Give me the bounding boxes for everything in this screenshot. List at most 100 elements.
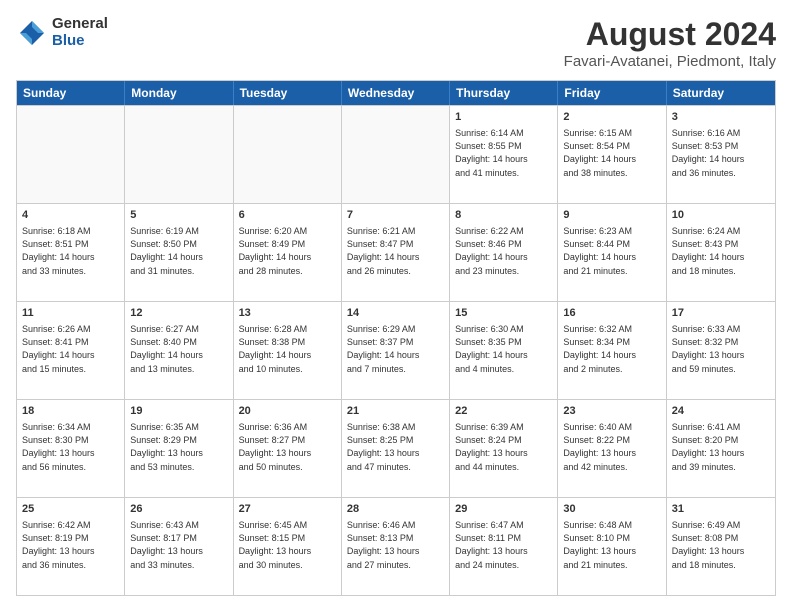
day-number-8: 8: [455, 208, 552, 223]
week-row-1: 1 Sunrise: 6:14 AM Sunset: 8:55 PM Daylig…: [17, 105, 775, 203]
day-number-12: 12: [130, 306, 227, 321]
day-info-2: Sunrise: 6:15 AM Sunset: 8:54 PM Dayligh…: [563, 127, 660, 179]
day-13: 13 Sunrise: 6:28 AM Sunset: 8:38 PM Dayli…: [234, 302, 342, 399]
day-info-22: Sunrise: 6:39 AM Sunset: 8:24 PM Dayligh…: [455, 421, 552, 473]
subtitle: Favari-Avatanei, Piedmont, Italy: [564, 53, 776, 70]
day-number-18: 18: [22, 404, 119, 419]
day-5: 5 Sunrise: 6:19 AM Sunset: 8:50 PM Daylig…: [125, 204, 233, 301]
day-number-31: 31: [672, 502, 770, 517]
day-info-24: Sunrise: 6:41 AM Sunset: 8:20 PM Dayligh…: [672, 421, 770, 473]
day-info-30: Sunrise: 6:48 AM Sunset: 8:10 PM Dayligh…: [563, 519, 660, 571]
day-17: 17Sunrise: 6:33 AM Sunset: 8:32 PM Dayli…: [667, 302, 775, 399]
day-number-22: 22: [455, 404, 552, 419]
day-23: 23Sunrise: 6:40 AM Sunset: 8:22 PM Dayli…: [558, 400, 666, 497]
logo-blue-text: Blue: [52, 33, 108, 50]
day-info-8: Sunrise: 6:22 AM Sunset: 8:46 PM Dayligh…: [455, 225, 552, 277]
calendar-header: Sunday Monday Tuesday Wednesday Thursday…: [17, 81, 775, 105]
week-row-5: 25Sunrise: 6:42 AM Sunset: 8:19 PM Dayli…: [17, 497, 775, 595]
day-info-17: Sunrise: 6:33 AM Sunset: 8:32 PM Dayligh…: [672, 323, 770, 375]
day-19: 19 Sunrise: 6:35 AM Sunset: 8:29 PM Dayli…: [125, 400, 233, 497]
day-26: 26 Sunrise: 6:43 AM Sunset: 8:17 PM Dayli…: [125, 498, 233, 595]
calendar-body: 1 Sunrise: 6:14 AM Sunset: 8:55 PM Daylig…: [17, 105, 775, 595]
day-number-26: 26: [130, 502, 227, 517]
empty-cell-0-1: [125, 106, 233, 203]
day-15: 15Sunrise: 6:30 AM Sunset: 8:35 PM Dayli…: [450, 302, 558, 399]
day-info-20: Sunrise: 6:36 AM Sunset: 8:27 PM Dayligh…: [239, 421, 336, 473]
day-number-11: 11: [22, 306, 119, 321]
day-info-10: Sunrise: 6:24 AM Sunset: 8:43 PM Dayligh…: [672, 225, 770, 277]
logo-general-text: General: [52, 16, 108, 33]
day-info-6: Sunrise: 6:20 AM Sunset: 8:49 PM Dayligh…: [239, 225, 336, 277]
day-info-16: Sunrise: 6:32 AM Sunset: 8:34 PM Dayligh…: [563, 323, 660, 375]
day-info-26: Sunrise: 6:43 AM Sunset: 8:17 PM Dayligh…: [130, 519, 227, 571]
day-6: 6 Sunrise: 6:20 AM Sunset: 8:49 PM Daylig…: [234, 204, 342, 301]
day-info-25: Sunrise: 6:42 AM Sunset: 8:19 PM Dayligh…: [22, 519, 119, 571]
empty-cell-0-0: [17, 106, 125, 203]
day-info-18: Sunrise: 6:34 AM Sunset: 8:30 PM Dayligh…: [22, 421, 119, 473]
day-number-2: 2: [563, 110, 660, 125]
header-tuesday: Tuesday: [234, 81, 342, 105]
day-20: 20Sunrise: 6:36 AM Sunset: 8:27 PM Dayli…: [234, 400, 342, 497]
day-info-5: Sunrise: 6:19 AM Sunset: 8:50 PM Dayligh…: [130, 225, 227, 277]
day-22: 22 Sunrise: 6:39 AM Sunset: 8:24 PM Dayli…: [450, 400, 558, 497]
main-title: August 2024: [564, 16, 776, 53]
day-number-10: 10: [672, 208, 770, 223]
day-4: 4 Sunrise: 6:18 AM Sunset: 8:51 PM Daylig…: [17, 204, 125, 301]
header-friday: Friday: [558, 81, 666, 105]
day-number-14: 14: [347, 306, 444, 321]
day-1: 1 Sunrise: 6:14 AM Sunset: 8:55 PM Daylig…: [450, 106, 558, 203]
day-3: 3 Sunrise: 6:16 AM Sunset: 8:53 PM Daylig…: [667, 106, 775, 203]
header-saturday: Saturday: [667, 81, 775, 105]
day-number-1: 1: [455, 110, 552, 125]
header-thursday: Thursday: [450, 81, 558, 105]
day-info-4: Sunrise: 6:18 AM Sunset: 8:51 PM Dayligh…: [22, 225, 119, 277]
day-number-4: 4: [22, 208, 119, 223]
day-info-1: Sunrise: 6:14 AM Sunset: 8:55 PM Dayligh…: [455, 127, 552, 179]
day-info-3: Sunrise: 6:16 AM Sunset: 8:53 PM Dayligh…: [672, 127, 770, 179]
day-info-13: Sunrise: 6:28 AM Sunset: 8:38 PM Dayligh…: [239, 323, 336, 375]
day-number-30: 30: [563, 502, 660, 517]
day-number-5: 5: [130, 208, 227, 223]
day-number-21: 21: [347, 404, 444, 419]
day-info-15: Sunrise: 6:30 AM Sunset: 8:35 PM Dayligh…: [455, 323, 552, 375]
day-info-14: Sunrise: 6:29 AM Sunset: 8:37 PM Dayligh…: [347, 323, 444, 375]
day-30: 30 Sunrise: 6:48 AM Sunset: 8:10 PM Dayli…: [558, 498, 666, 595]
day-16: 16Sunrise: 6:32 AM Sunset: 8:34 PM Dayli…: [558, 302, 666, 399]
day-21: 21 Sunrise: 6:38 AM Sunset: 8:25 PM Dayli…: [342, 400, 450, 497]
day-number-19: 19: [130, 404, 227, 419]
day-7: 7 Sunrise: 6:21 AM Sunset: 8:47 PM Daylig…: [342, 204, 450, 301]
day-number-28: 28: [347, 502, 444, 517]
day-number-7: 7: [347, 208, 444, 223]
day-info-19: Sunrise: 6:35 AM Sunset: 8:29 PM Dayligh…: [130, 421, 227, 473]
week-row-3: 11 Sunrise: 6:26 AM Sunset: 8:41 PM Dayli…: [17, 301, 775, 399]
day-number-9: 9: [563, 208, 660, 223]
day-11: 11 Sunrise: 6:26 AM Sunset: 8:41 PM Dayli…: [17, 302, 125, 399]
day-18: 18 Sunrise: 6:34 AM Sunset: 8:30 PM Dayli…: [17, 400, 125, 497]
day-8: 8 Sunrise: 6:22 AM Sunset: 8:46 PM Daylig…: [450, 204, 558, 301]
title-block: August 2024 Favari-Avatanei, Piedmont, I…: [564, 16, 776, 70]
calendar: Sunday Monday Tuesday Wednesday Thursday…: [16, 80, 776, 596]
header-wednesday: Wednesday: [342, 81, 450, 105]
day-info-29: Sunrise: 6:47 AM Sunset: 8:11 PM Dayligh…: [455, 519, 552, 571]
day-number-3: 3: [672, 110, 770, 125]
day-info-11: Sunrise: 6:26 AM Sunset: 8:41 PM Dayligh…: [22, 323, 119, 375]
logo-text: General Blue: [52, 16, 108, 49]
day-number-27: 27: [239, 502, 336, 517]
logo-icon: [16, 17, 48, 49]
day-info-31: Sunrise: 6:49 AM Sunset: 8:08 PM Dayligh…: [672, 519, 770, 571]
day-info-7: Sunrise: 6:21 AM Sunset: 8:47 PM Dayligh…: [347, 225, 444, 277]
day-info-9: Sunrise: 6:23 AM Sunset: 8:44 PM Dayligh…: [563, 225, 660, 277]
day-info-27: Sunrise: 6:45 AM Sunset: 8:15 PM Dayligh…: [239, 519, 336, 571]
day-14: 14 Sunrise: 6:29 AM Sunset: 8:37 PM Dayli…: [342, 302, 450, 399]
day-number-23: 23: [563, 404, 660, 419]
header: General Blue August 2024 Favari-Avatanei…: [16, 16, 776, 70]
day-info-21: Sunrise: 6:38 AM Sunset: 8:25 PM Dayligh…: [347, 421, 444, 473]
day-12: 12Sunrise: 6:27 AM Sunset: 8:40 PM Dayli…: [125, 302, 233, 399]
day-number-6: 6: [239, 208, 336, 223]
empty-cell-0-2: [234, 106, 342, 203]
day-27: 27 Sunrise: 6:45 AM Sunset: 8:15 PM Dayli…: [234, 498, 342, 595]
empty-cell-0-3: [342, 106, 450, 203]
day-number-13: 13: [239, 306, 336, 321]
day-9: 9 Sunrise: 6:23 AM Sunset: 8:44 PM Daylig…: [558, 204, 666, 301]
day-24: 24Sunrise: 6:41 AM Sunset: 8:20 PM Dayli…: [667, 400, 775, 497]
